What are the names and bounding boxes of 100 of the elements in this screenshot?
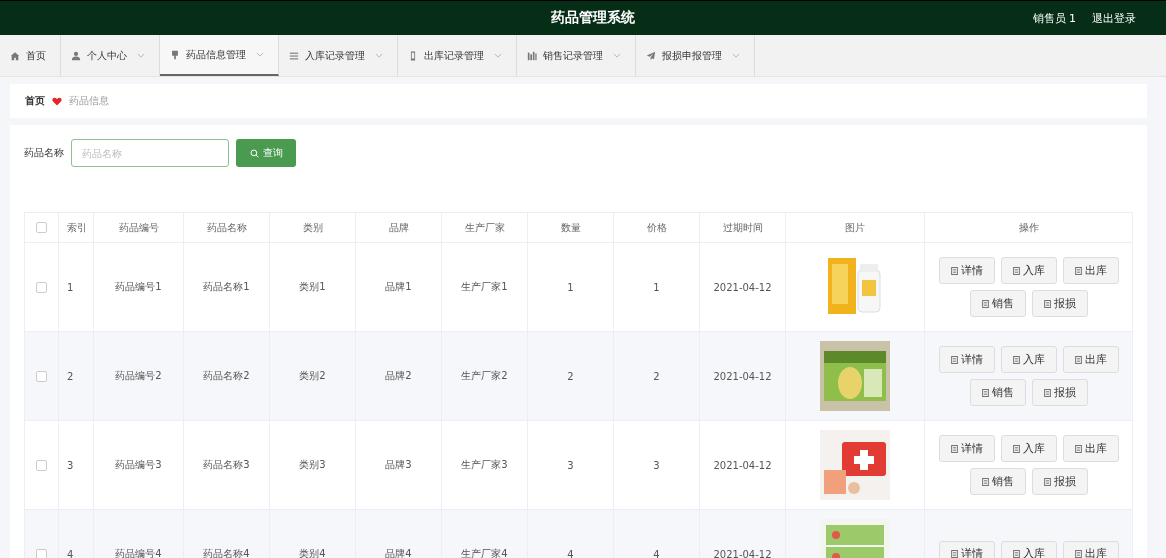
action-button[interactable]: 入库 — [1000, 540, 1057, 558]
column-header: 索引 — [58, 212, 94, 243]
nav-tab[interactable]: 药品信息管理 — [160, 35, 279, 76]
action-button[interactable]: 出库 — [1062, 257, 1119, 284]
action-button[interactable]: 销售 — [969, 468, 1026, 495]
table-cell: 3 — [613, 420, 700, 510]
action-button[interactable]: 销售 — [969, 379, 1026, 406]
row-checkbox[interactable] — [36, 548, 47, 558]
document-icon — [1012, 266, 1020, 275]
column-header: 药品名称 — [183, 212, 270, 243]
caret-icon — [375, 53, 383, 58]
action-button[interactable]: 详情 — [938, 540, 995, 558]
caret-icon — [613, 53, 621, 58]
nav-tab[interactable]: 销售记录管理 — [517, 35, 636, 76]
document-icon — [1012, 355, 1020, 364]
phone-icon — [408, 50, 418, 61]
action-button[interactable]: 报损 — [1031, 290, 1088, 317]
column-header: 药品编号 — [93, 212, 184, 243]
action-button[interactable]: 报损 — [1031, 468, 1088, 495]
table-cell: 2 — [58, 331, 94, 421]
nav-tab[interactable]: 出库记录管理 — [398, 35, 517, 76]
table-cell: 药品编号2 — [93, 331, 184, 421]
action-button[interactable]: 详情 — [938, 346, 995, 373]
home-icon — [10, 50, 20, 61]
document-icon — [1012, 550, 1020, 558]
document-icon — [1074, 550, 1082, 558]
action-button[interactable]: 出库 — [1062, 346, 1119, 373]
table-cell: 3 — [527, 420, 614, 510]
document-icon — [950, 266, 958, 275]
document-icon — [1043, 388, 1051, 397]
row-checkbox[interactable] — [36, 281, 47, 293]
list-icon — [289, 50, 299, 61]
app-title: 药品管理系统 — [551, 9, 635, 27]
select-all-checkbox[interactable] — [36, 222, 47, 234]
action-button[interactable]: 报损 — [1031, 379, 1088, 406]
action-button[interactable]: 详情 — [938, 435, 995, 462]
caret-icon — [256, 52, 264, 57]
table-cell: 2 — [613, 331, 700, 421]
column-header: 过期时间 — [699, 212, 786, 243]
table-cell: 生产厂家2 — [441, 331, 528, 421]
document-icon — [981, 299, 989, 308]
document-icon — [981, 477, 989, 486]
document-icon — [950, 444, 958, 453]
heart-icon — [52, 96, 62, 106]
row-checkbox[interactable] — [36, 370, 47, 382]
nav-tab[interactable]: 首页 — [0, 35, 61, 76]
table-cell: 品牌1 — [355, 242, 442, 332]
bars-icon — [527, 50, 537, 61]
table-cell: 药品编号1 — [93, 242, 184, 332]
table-cell: 2021-04-12 — [699, 242, 786, 332]
table-cell: 生产厂家3 — [441, 420, 528, 510]
document-icon — [1012, 444, 1020, 453]
user-icon — [71, 50, 81, 61]
table-cell: 类别1 — [269, 242, 356, 332]
table-cell: 类别2 — [269, 331, 356, 421]
column-header: 数量 — [527, 212, 614, 243]
document-icon — [950, 550, 958, 558]
table-cell: 药品名称1 — [183, 242, 270, 332]
document-icon — [981, 388, 989, 397]
action-button[interactable]: 入库 — [1000, 435, 1057, 462]
table-cell: 1 — [58, 242, 94, 332]
action-button[interactable]: 销售 — [969, 290, 1026, 317]
action-button[interactable]: 详情 — [938, 257, 995, 284]
document-icon — [1043, 299, 1051, 308]
nav-tab[interactable]: 报损申报管理 — [636, 35, 755, 76]
table-cell: 1 — [527, 242, 614, 332]
table-cell: 1 — [613, 242, 700, 332]
document-icon — [1074, 266, 1082, 275]
user-name: 销售员 1 — [1032, 10, 1076, 26]
table-cell: 品牌2 — [355, 331, 442, 421]
row-checkbox[interactable] — [36, 459, 47, 471]
caret-icon — [494, 53, 502, 58]
table-cell: 药品名称2 — [183, 331, 270, 421]
table-cell: 2 — [527, 331, 614, 421]
column-header: 类别 — [269, 212, 356, 243]
table-cell: 类别3 — [269, 420, 356, 510]
send-icon — [646, 50, 656, 61]
logout-link[interactable]: 退出登录 — [1092, 10, 1136, 26]
table-cell: 药品编号3 — [93, 420, 184, 510]
column-header: 品牌 — [355, 212, 442, 243]
document-icon — [1074, 355, 1082, 364]
action-button[interactable]: 出库 — [1062, 435, 1119, 462]
document-icon — [1043, 477, 1051, 486]
caret-icon — [732, 53, 740, 58]
table-cell: 生产厂家1 — [441, 242, 528, 332]
table-cell: 药品名称3 — [183, 420, 270, 510]
action-button[interactable]: 入库 — [1000, 346, 1057, 373]
caret-icon — [137, 53, 145, 58]
table-cell: 2021-04-12 — [699, 420, 786, 510]
search-label: 药品名称 — [24, 146, 64, 160]
column-header: 图片 — [785, 212, 925, 243]
action-button[interactable]: 出库 — [1062, 540, 1119, 558]
action-button[interactable]: 入库 — [1000, 257, 1057, 284]
document-icon — [950, 355, 958, 364]
nav-tab[interactable]: 入库记录管理 — [279, 35, 398, 76]
table-cell: 2021-04-12 — [699, 331, 786, 421]
table-cell: 品牌3 — [355, 420, 442, 510]
column-header: 价格 — [613, 212, 700, 243]
table-cell: 3 — [58, 420, 94, 510]
breadcrumb-link[interactable]: 首页 — [25, 94, 45, 108]
